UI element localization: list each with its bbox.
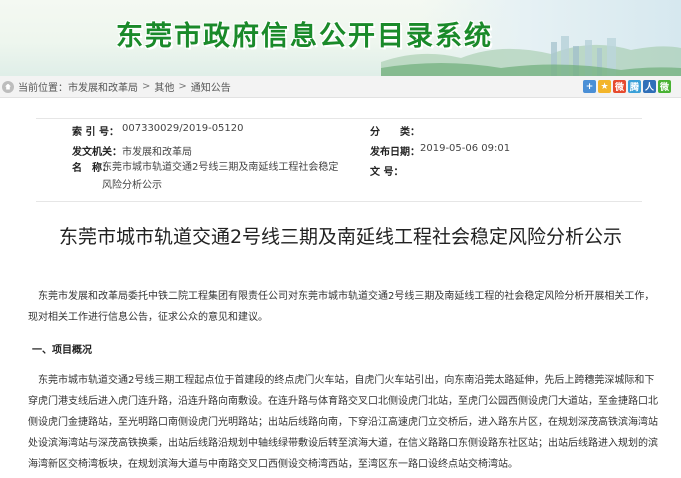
tencent-weibo-icon[interactable]: 腾 <box>628 80 641 93</box>
breadcrumb-item-notice[interactable]: 通知公告 <box>191 79 231 94</box>
section-heading: 一、项目概况 <box>32 345 92 356</box>
document-meta-table: 索 引 号： 007330029/2019-05120 分 类： 发文机关： 市… <box>36 118 642 202</box>
add-icon[interactable]: + <box>583 80 596 93</box>
breadcrumb-item-bureau[interactable]: 市发展和改革局 <box>68 79 138 94</box>
date-value: 2019-05-06 09:01 <box>420 143 511 154</box>
weibo-icon[interactable]: 微 <box>613 80 626 93</box>
name-value: 东莞市城市轨道交通2号线三期及南延线工程社会稳定风险分析公示 <box>102 162 339 191</box>
location-icon <box>2 80 14 93</box>
share-toolbar: + ★ 微 腾 人 微 <box>583 80 671 93</box>
date-label: 发布日期： <box>370 147 420 158</box>
breadcrumb-prefix: 当前位置： <box>18 83 68 94</box>
breadcrumb-item-other[interactable]: 其他 <box>154 79 174 94</box>
article-intro-paragraph: 东莞市发展和改革局委托中铁二院工程集团有限责任公司对东莞市城市轨道交通2号线三期… <box>28 291 655 323</box>
breadcrumb-separator: > <box>178 81 187 92</box>
breadcrumb: 当前位置： 市发展和改革局 > 其他 > 通知公告 + ★ 微 腾 人 微 <box>0 76 681 98</box>
article-title: 东莞市城市轨道交通2号线三期及南延线工程社会稳定风险分析公示 <box>58 226 623 248</box>
breadcrumb-separator: > <box>142 81 151 92</box>
renren-icon[interactable]: 人 <box>643 80 656 93</box>
org-label: 发文机关： <box>72 147 122 158</box>
qzone-icon[interactable]: ★ <box>598 80 611 93</box>
article-body-paragraph: 东莞市城市轨道交通2号线三期工程起点位于首建段的终点虎门火车站，自虎门火车站引出… <box>28 375 658 470</box>
wechat-icon[interactable]: 微 <box>658 80 671 93</box>
org-value: 市发展和改革局 <box>122 147 192 158</box>
site-title[interactable]: 东莞市政府信息公开目录系统 <box>116 14 493 53</box>
index-value: 007330029/2019-05120 <box>122 123 244 134</box>
header-banner: 东莞市政府信息公开目录系统 <box>0 0 681 76</box>
index-label: 索 引 号： <box>72 127 119 138</box>
category-label: 分 类： <box>370 127 420 138</box>
docno-label: 文 号： <box>370 167 404 178</box>
